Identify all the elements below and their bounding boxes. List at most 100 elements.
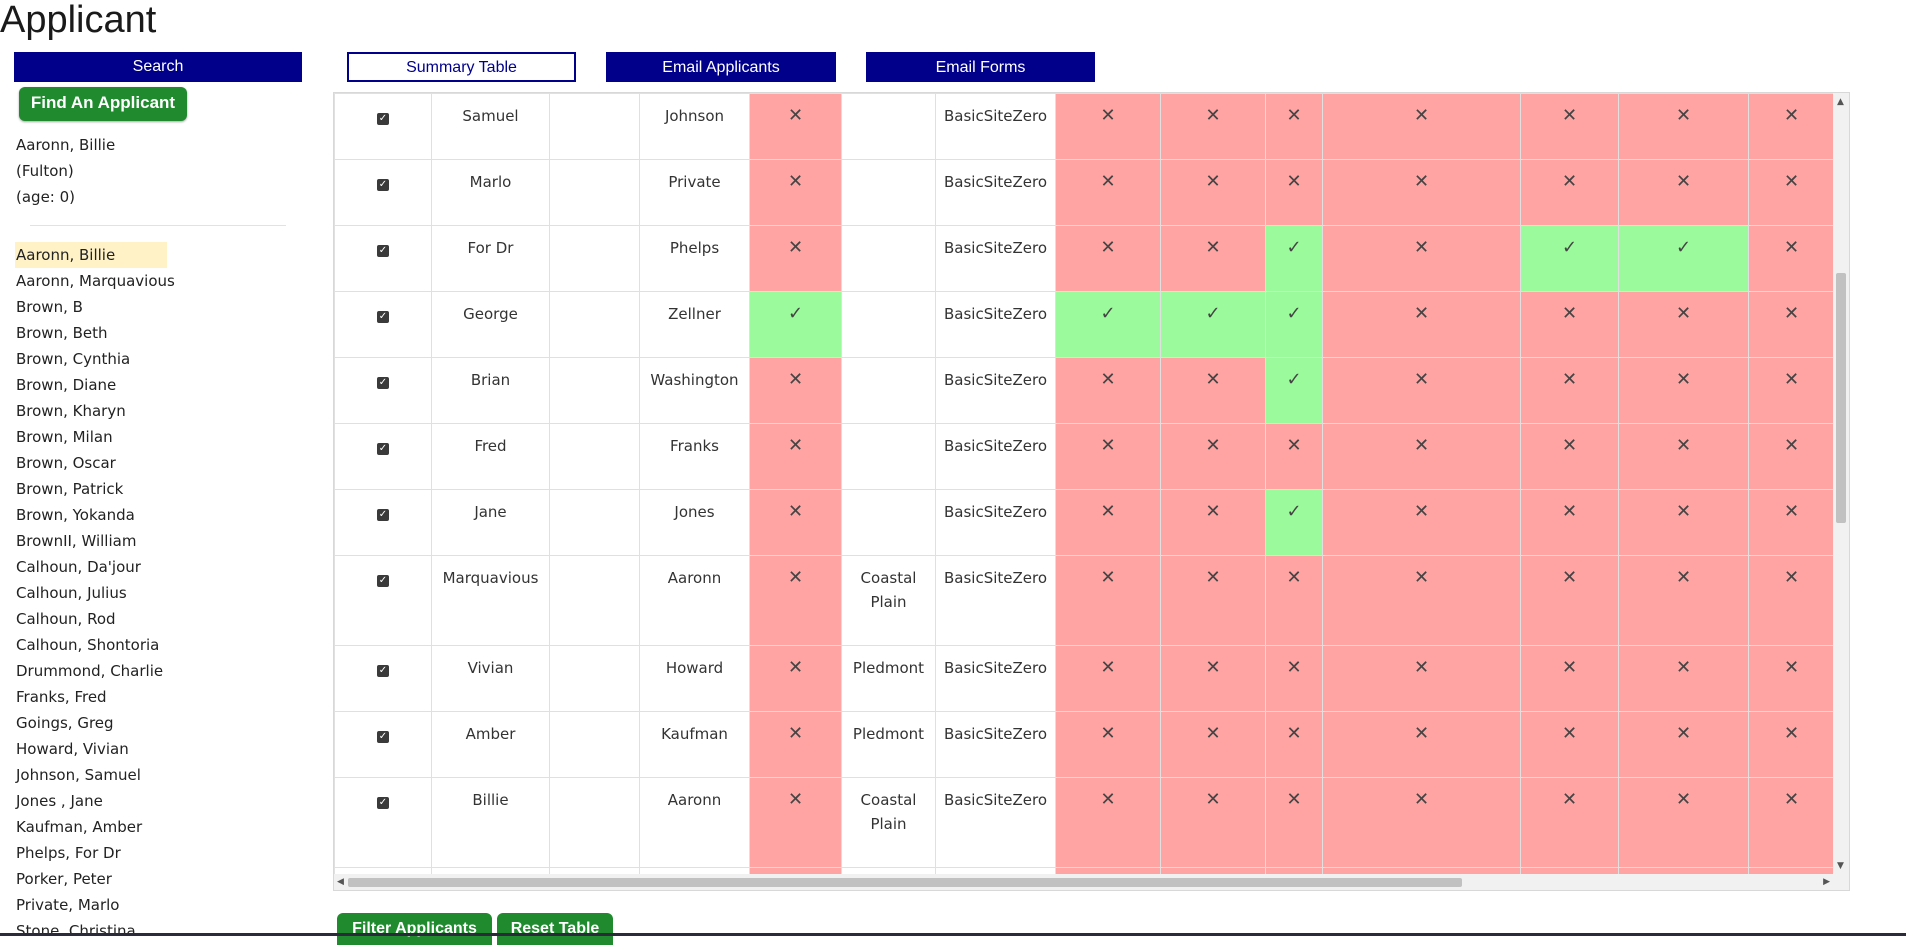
- cross-icon: ✕: [1100, 789, 1116, 810]
- table-row[interactable]: ✓ Amber Kaufman ✕ Pledmont BasicSiteZero ✕ ✕ ✕ ✕ ✕…: [334, 711, 1835, 778]
- applicant-list-item[interactable]: Aaronn, Billie: [15, 242, 167, 268]
- applicant-list-item[interactable]: Aaronn, Marquavious: [0, 268, 175, 294]
- applicant-list-item[interactable]: Calhoun, Da'jour: [0, 554, 152, 580]
- table-row[interactable]: ✓ Billie Aaronn ✕ Coastal Plain BasicSiteZero…: [334, 777, 1835, 868]
- requirement-cell: ✕: [1055, 225, 1161, 292]
- table-row[interactable]: ✓ George Zellner ✓ BasicSiteZero ✓ ✓ ✓ ✕ ✕ ✕ ✕: [334, 291, 1835, 358]
- applicant-list-item[interactable]: Franks, Fred: [0, 684, 152, 710]
- vertical-scrollbar[interactable]: ▲ ▼: [1833, 93, 1849, 874]
- requirement-cell: ✕: [1055, 357, 1161, 424]
- scroll-down-arrow-icon[interactable]: ▼: [1837, 861, 1844, 871]
- first-name-cell: Marquavious: [431, 555, 550, 646]
- cross-icon: ✕: [1205, 237, 1221, 258]
- horizontal-scrollbar[interactable]: ◀ ▶: [334, 874, 1833, 890]
- status-cell: ✕: [749, 357, 842, 424]
- scroll-right-arrow-icon[interactable]: ▶: [1823, 877, 1830, 887]
- applicant-list-item[interactable]: Calhoun, Julius: [0, 580, 152, 606]
- region-cell: [841, 159, 936, 226]
- requirement-cell: ✕: [1322, 93, 1521, 160]
- applicant-list-item[interactable]: Jones , Jane: [0, 788, 152, 814]
- row-checkbox[interactable]: ✓: [377, 665, 389, 677]
- applicant-list-item[interactable]: Calhoun, Shontoria: [0, 632, 159, 658]
- applicant-list-item[interactable]: Kaufman, Amber: [0, 814, 152, 840]
- selected-applicant-info: Aaronn, Billie (Fulton) (age: 0): [16, 132, 115, 210]
- applicant-list-item[interactable]: Johnson, Samuel: [0, 762, 152, 788]
- applicant-list-item[interactable]: Brown, Milan: [0, 424, 152, 450]
- row-checkbox[interactable]: ✓: [377, 509, 389, 521]
- table-row[interactable]: ✓ Marlo Private ✕ BasicSiteZero ✕ ✕ ✕ ✕ ✕ ✕ ✕: [334, 159, 1835, 226]
- table-row[interactable]: ✓ Vivian Howard ✕ Pledmont BasicSiteZero ✕ ✕ ✕ ✕ ✕…: [334, 645, 1835, 712]
- cross-icon: ✕: [1675, 657, 1692, 678]
- row-checkbox[interactable]: ✓: [377, 731, 389, 743]
- row-checkbox[interactable]: ✓: [377, 377, 389, 389]
- row-checkbox[interactable]: ✓: [377, 575, 389, 587]
- applicant-list-item[interactable]: Brown, Diane: [0, 372, 152, 398]
- applicant-list-item[interactable]: Phelps, For Dr: [0, 840, 152, 866]
- select-cell: ✓: [334, 225, 432, 292]
- scroll-left-arrow-icon[interactable]: ◀: [337, 877, 344, 887]
- applicant-list-item[interactable]: Brown, Patrick: [0, 476, 152, 502]
- vertical-scroll-thumb[interactable]: [1836, 273, 1846, 523]
- cross-icon: ✕: [1286, 435, 1302, 456]
- applicant-list-item[interactable]: Brown, Yokanda: [0, 502, 152, 528]
- table-row[interactable]: ✓ Marquavious Aaronn ✕ Coastal Plain BasicSit…: [334, 555, 1835, 646]
- applicant-list-item[interactable]: Drummond, Charlie: [0, 658, 163, 684]
- region-cell: Coastal Plain: [841, 777, 936, 868]
- table-row[interactable]: ✓ For Dr Phelps ✕ BasicSiteZero ✕ ✕ ✓ ✕ ✓ ✓ ✕: [334, 225, 1835, 292]
- applicant-list-item[interactable]: Brown, B: [0, 294, 152, 320]
- cross-icon: ✕: [1783, 237, 1800, 258]
- applicant-list-item[interactable]: Brown, Beth: [0, 320, 152, 346]
- check-icon: ✓: [1561, 237, 1578, 258]
- summary-table-button[interactable]: Summary Table: [347, 52, 576, 82]
- cross-icon: ✕: [787, 237, 804, 258]
- applicant-list-item[interactable]: Howard, Vivian: [0, 736, 152, 762]
- cross-icon: ✕: [1561, 567, 1578, 588]
- email-forms-button[interactable]: Email Forms: [866, 52, 1095, 82]
- applicant-list-item[interactable]: BrownII, William: [0, 528, 152, 554]
- cross-icon: ✕: [1783, 105, 1800, 126]
- requirement-cell: ✕: [1322, 291, 1521, 358]
- row-checkbox[interactable]: ✓: [377, 179, 389, 191]
- requirement-cell: ✕: [1520, 93, 1619, 160]
- first-name-cell: Fred: [431, 423, 550, 490]
- find-applicant-button[interactable]: Find An Applicant: [19, 87, 187, 121]
- filter-applicants-button[interactable]: Filter Applicants: [337, 913, 492, 945]
- table-row[interactable]: ✓ Jane Jones ✕ BasicSiteZero ✕ ✕ ✓ ✕ ✕ ✕ ✕: [334, 489, 1835, 556]
- search-button[interactable]: Search: [14, 52, 302, 82]
- cross-icon: ✕: [787, 789, 804, 810]
- applicant-list-item[interactable]: Brown, Oscar: [0, 450, 152, 476]
- row-checkbox[interactable]: ✓: [377, 113, 389, 125]
- applicant-list-item[interactable]: Private, Marlo: [0, 892, 152, 918]
- requirement-cell: ✕: [1160, 357, 1266, 424]
- selected-applicant-name: Aaronn, Billie: [16, 136, 116, 154]
- applicant-list-item[interactable]: Porker, Peter: [0, 866, 152, 892]
- requirement-cell: ✕: [1322, 555, 1521, 646]
- requirement-cell: ✕: [1160, 645, 1266, 712]
- last-name-cell: Kaufman: [639, 711, 750, 778]
- applicant-list-item[interactable]: Brown, Kharyn: [0, 398, 152, 424]
- requirement-cell: ✕: [1160, 225, 1266, 292]
- check-icon: ✓: [1286, 369, 1302, 390]
- reset-table-button[interactable]: Reset Table: [497, 913, 613, 945]
- table-row[interactable]: ✓ Brian Washington ✕ BasicSiteZero ✕ ✕ ✓ ✕ ✕ ✕ ✕: [334, 357, 1835, 424]
- horizontal-scroll-thumb[interactable]: [348, 878, 1462, 887]
- row-checkbox[interactable]: ✓: [377, 311, 389, 323]
- row-checkbox[interactable]: ✓: [377, 443, 389, 455]
- row-checkbox[interactable]: ✓: [377, 797, 389, 809]
- applicant-list-item[interactable]: Goings, Greg: [0, 710, 152, 736]
- site-cell: BasicSiteZero: [935, 645, 1056, 712]
- email-applicants-button[interactable]: Email Applicants: [606, 52, 836, 82]
- applicant-list-item[interactable]: Brown, Cynthia: [0, 346, 152, 372]
- cross-icon: ✕: [1205, 723, 1221, 744]
- sidebar-divider: [30, 225, 286, 226]
- cross-icon: ✕: [1413, 723, 1430, 744]
- select-cell: ✓: [334, 555, 432, 646]
- table-row[interactable]: ✓ Fred Franks ✕ BasicSiteZero ✕ ✕ ✕ ✕ ✕ ✕ ✕: [334, 423, 1835, 490]
- table-row[interactable]: ✓ Samuel Johnson ✕ BasicSiteZero ✕ ✕ ✕ ✕ ✕ ✕ ✕: [334, 93, 1835, 160]
- status-cell: ✕: [749, 423, 842, 490]
- row-checkbox[interactable]: ✓: [377, 245, 389, 257]
- first-name-cell: Brian: [431, 357, 550, 424]
- applicant-list-item[interactable]: Calhoun, Rod: [0, 606, 152, 632]
- cross-icon: ✕: [1783, 369, 1800, 390]
- scroll-up-arrow-icon[interactable]: ▲: [1837, 97, 1844, 107]
